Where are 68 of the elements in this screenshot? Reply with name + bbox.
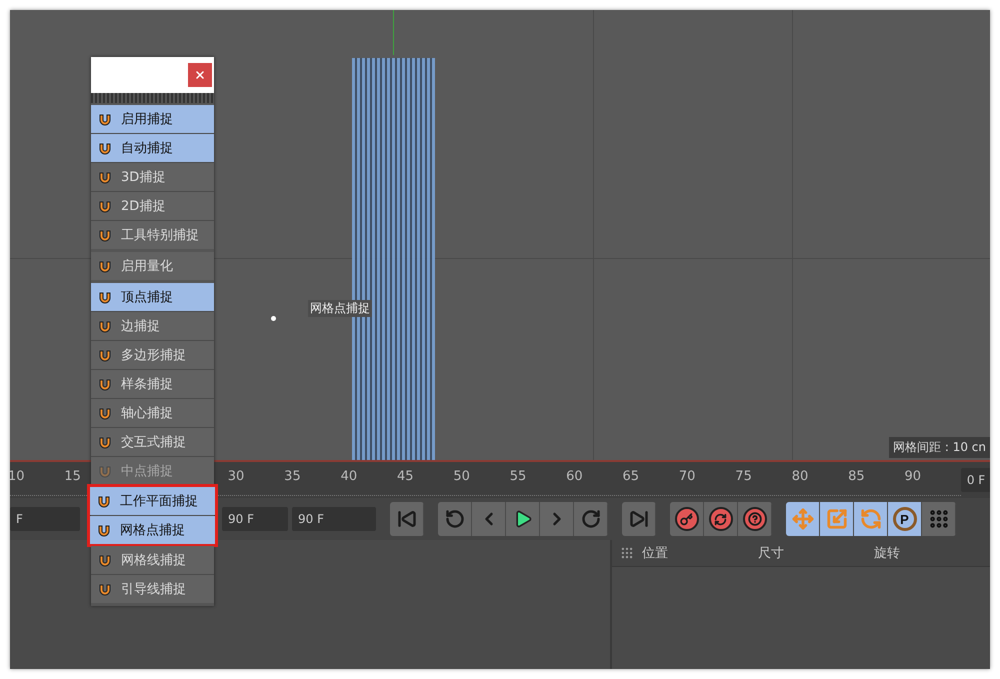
close-icon	[194, 69, 206, 81]
play-button[interactable]	[506, 502, 540, 536]
column-header: 尺寸	[758, 545, 785, 562]
scale-icon	[826, 508, 848, 530]
menu-item[interactable]: 多边形捕捉	[91, 341, 214, 369]
frame-number: 75	[735, 468, 753, 484]
go-to-start-button[interactable]	[390, 502, 424, 536]
frame-number: 80	[792, 468, 810, 484]
grip-icon	[620, 546, 634, 560]
help-icon	[742, 507, 766, 531]
frame-number: 55	[510, 468, 528, 484]
tool-button[interactable]	[854, 502, 888, 536]
tool-button[interactable]	[922, 502, 956, 536]
frame-number: 90	[904, 468, 922, 484]
snap-point	[271, 316, 276, 321]
preview-end-field[interactable]: 90 F	[222, 507, 288, 531]
frame-number: 50	[453, 468, 471, 484]
previous-key-button[interactable]	[438, 502, 472, 536]
tool-button[interactable]: P	[888, 502, 922, 536]
menu-item[interactable]: 网格线捕捉	[91, 546, 214, 574]
help-button[interactable]	[738, 502, 772, 536]
menu-item[interactable]: 交互式捕捉	[91, 428, 214, 456]
frame-number: 65	[622, 468, 640, 484]
current-frame-field[interactable]: 0 F	[960, 468, 990, 492]
frame-number: 40	[340, 468, 358, 484]
frame-number: 60	[566, 468, 584, 484]
start-frame-field[interactable]: F	[10, 507, 80, 531]
menu-item[interactable]: 自动捕捉	[91, 134, 214, 162]
frame-number: 70	[678, 468, 696, 484]
frame-number: 30	[228, 468, 246, 484]
refresh-icon	[708, 507, 732, 531]
menu-item[interactable]: 引导线捕捉	[91, 575, 214, 603]
snap-label: 网格点捕捉	[308, 300, 372, 317]
clockwise-arrow-icon	[580, 509, 600, 529]
frame-number: 15	[64, 468, 82, 484]
skip-back-icon	[396, 509, 416, 529]
menu-item[interactable]: 3D捕捉	[91, 163, 214, 191]
menu-item[interactable]: 2D捕捉	[91, 192, 214, 220]
frame-number: 85	[848, 468, 866, 484]
tool-button[interactable]	[786, 502, 820, 536]
column-header: 旋转	[874, 545, 901, 562]
end-frame-field[interactable]: 90 F	[292, 507, 376, 531]
grid-spacing-label: 网格间距 : 10 cn	[889, 437, 990, 458]
menu-item[interactable]: 工具特别捕捉	[91, 221, 214, 249]
dots-grid-icon	[928, 508, 950, 530]
next-key-button[interactable]	[574, 502, 608, 536]
rotate-icon	[860, 508, 882, 530]
move-icon	[792, 508, 814, 530]
menu-item[interactable]: 启用捕捉	[91, 105, 214, 133]
counterclockwise-arrow-icon	[444, 509, 464, 529]
go-to-end-button[interactable]	[622, 502, 656, 536]
record-key-button[interactable]	[670, 502, 704, 536]
menu-item[interactable]: 网格点捕捉	[90, 516, 215, 544]
menu-item[interactable]: 启用量化	[91, 252, 214, 280]
menu-item[interactable]: 轴心捕捉	[91, 399, 214, 427]
key-icon	[674, 507, 698, 531]
axis-line	[393, 10, 394, 55]
column-header: 位置	[642, 545, 669, 562]
tool-button[interactable]	[820, 502, 854, 536]
frame-number: 45	[396, 468, 414, 484]
menu-item[interactable]: 边捕捉	[91, 312, 214, 340]
autokey-button[interactable]	[704, 502, 738, 536]
menu-item[interactable]: 工作平面捕捉	[90, 487, 215, 515]
menu-item[interactable]: 样条捕捉	[91, 370, 214, 398]
close-button[interactable]	[188, 63, 212, 87]
frame-number: 35	[284, 468, 302, 484]
menu-item[interactable]: 顶点捕捉	[91, 283, 214, 311]
skip-forward-icon	[628, 509, 648, 529]
